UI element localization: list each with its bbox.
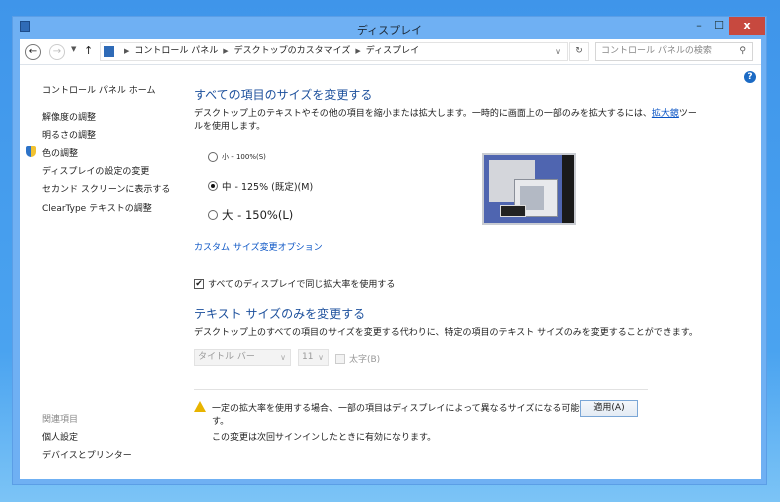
shield-icon [26,146,36,157]
sidebar-item-resolution[interactable]: 解像度の調整 [42,110,96,123]
warning-text: 一定の拡大率を使用する場合、一部の項目はディスプレイによって異なるサイズになる可… [212,404,625,414]
sidebar-item-cleartype[interactable]: ClearType テキストの調整 [42,201,152,214]
radio-label: 大 - 150%(L) [222,208,294,222]
description-line2: ルを使用します。 [194,122,266,132]
control-panel-icon [104,46,114,57]
select-value: 11 [302,352,314,362]
signin-notice: この変更は次回サインインしたときに有効になります。 [212,433,437,443]
chevron-right-icon: ▶ [124,47,130,55]
radio-label: 小 - 100%(S) [222,153,266,161]
radio-button[interactable] [208,152,218,162]
radio-medium[interactable]: 中 - 125% (既定)(M) [208,179,313,193]
heading-change-size: すべての項目のサイズを変更する [194,88,373,102]
maximize-button[interactable]: ☐ [709,17,729,35]
recent-pages-dropdown[interactable]: ▼ [71,45,76,53]
forward-button[interactable]: → [49,44,65,60]
apply-button[interactable]: 適用(A) [580,400,638,417]
related-personalize[interactable]: 個人設定 [42,430,78,443]
chevron-down-icon[interactable]: ∨ [555,43,561,60]
divider [194,389,648,390]
chevron-right-icon: ▶ [223,47,229,55]
breadcrumb-item[interactable]: コントロール パネル [134,46,218,56]
back-button[interactable]: ← [25,44,41,60]
title-bar[interactable]: ディスプレイ – ☐ x [13,17,766,39]
item-select[interactable]: タイトル バー ∨ [194,349,291,366]
search-input[interactable]: コントロール パネルの検索 ⚲ [595,42,753,61]
sidebar-item-display-settings[interactable]: ディスプレイの設定の変更 [42,164,149,177]
text-size-description: デスクトップ上のすべての項目のサイズを変更する代わりに、特定の項目のテキスト サ… [194,328,698,338]
close-button[interactable]: x [729,17,765,35]
radio-label: 中 - 125% (既定)(M) [222,182,314,193]
radio-button[interactable] [208,210,218,220]
help-icon[interactable]: ? [744,71,756,83]
chevron-down-icon: ∨ [318,353,324,362]
sidebar-home-link[interactable]: コントロール パネル ホーム [42,83,155,96]
bold-checkbox[interactable]: 太字(B) [335,352,380,365]
radio-small[interactable]: 小 - 100%(S) [208,152,266,162]
address-bar[interactable]: ▶ コントロール パネル ▶ デスクトップのカスタマイズ ▶ ディスプレイ ∨ [100,42,568,61]
breadcrumb-item[interactable]: ディスプレイ [366,46,419,56]
checkbox[interactable] [335,353,345,364]
chevron-right-icon: ▶ [355,47,361,55]
address-bar-row: ← → ▼ ↑ ▶ コントロール パネル ▶ デスクトップのカスタマイズ ▶ ディスプレイ… [20,39,761,65]
font-size-select[interactable]: 11 ∨ [298,349,329,366]
client-area: ← → ▼ ↑ ▶ コントロール パネル ▶ デスクトップのカスタマイズ ▶ ディスプレイ… [20,39,761,479]
sidebar-item-brightness[interactable]: 明るさの調整 [42,128,96,141]
minimize-button[interactable]: – [689,17,709,35]
sidebar-item-color[interactable]: 色の調整 [42,146,78,159]
up-button[interactable]: ↑ [84,44,93,57]
sidebar-item-second-screen[interactable]: セカンド スクリーンに表示する [42,182,170,195]
checkbox[interactable]: ✔ [194,278,204,289]
magnifier-link[interactable]: 拡大鏡 [652,109,679,119]
breadcrumb-item[interactable]: デスクトップのカスタマイズ [234,46,351,56]
checkbox-label: すべてのディスプレイで同じ拡大率を使用する [208,280,396,290]
description: デスクトップ上のテキストやその他の項目を縮小または拡大します。一時的に画面上の一… [194,109,652,119]
select-value: タイトル バー [198,352,255,362]
related-devices-printers[interactable]: デバイスとプリンター [42,448,132,461]
display-window: ディスプレイ – ☐ x ← → ▼ ↑ ▶ コントロール パネル ▶ デスクトップの… [12,16,767,485]
radio-button[interactable] [208,181,218,191]
radio-large[interactable]: 大 - 150%(L) [208,207,293,223]
scale-preview-image [482,153,576,225]
chevron-down-icon: ∨ [280,353,286,362]
warning-text-cont: す。 [212,417,230,427]
window-title: ディスプレイ [356,24,423,37]
same-scale-checkbox[interactable]: ✔ すべてのディスプレイで同じ拡大率を使用する [194,277,395,290]
warning-icon [194,401,206,412]
checkbox-label: 太字(B) [349,355,381,365]
search-icon[interactable]: ⚲ [739,43,746,60]
heading-text-size: テキスト サイズのみを変更する [194,307,366,321]
related-heading: 関連項目 [42,415,79,425]
custom-sizing-link[interactable]: カスタム サイズ変更オプション [194,240,323,253]
description-cont: ツー [678,109,697,119]
search-placeholder: コントロール パネルの検索 [601,46,712,56]
refresh-button[interactable]: ↻ [569,42,589,61]
